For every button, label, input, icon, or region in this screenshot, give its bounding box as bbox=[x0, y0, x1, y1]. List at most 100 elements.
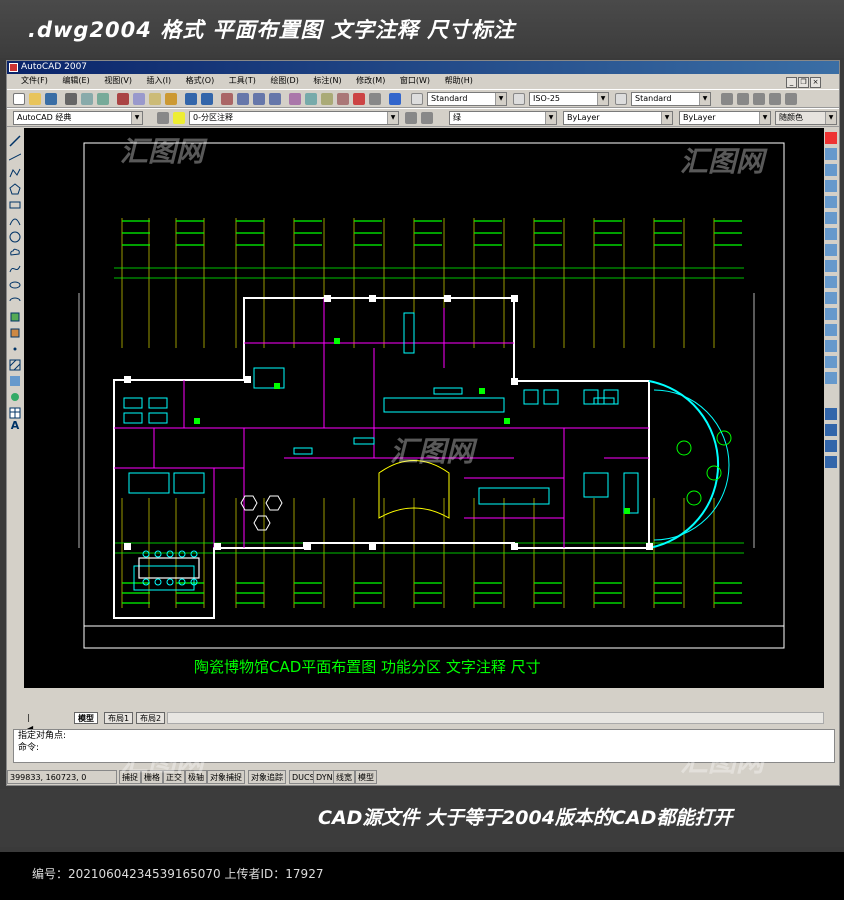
zoom-realtime-icon[interactable] bbox=[237, 93, 249, 105]
menu-modify[interactable]: 修改(M) bbox=[356, 76, 385, 85]
menu-tools[interactable]: 工具(T) bbox=[229, 76, 256, 85]
make-layer-current-icon[interactable] bbox=[405, 112, 417, 124]
tool-palettes-icon[interactable] bbox=[321, 93, 333, 105]
copy-icon[interactable] bbox=[133, 93, 145, 105]
spline-icon[interactable] bbox=[9, 260, 21, 273]
multiline-text-icon[interactable]: A bbox=[9, 420, 21, 432]
paste-icon[interactable] bbox=[149, 93, 161, 105]
save-icon[interactable] bbox=[45, 93, 57, 105]
menu-view[interactable]: 视图(V) bbox=[104, 76, 132, 85]
table-style-select[interactable]: Standard bbox=[631, 92, 711, 106]
menu-help[interactable]: 帮助(H) bbox=[445, 76, 473, 85]
ellipse-arc-icon[interactable] bbox=[9, 292, 21, 304]
lineweight-select[interactable]: ByLayer bbox=[679, 111, 771, 125]
zoom-previous-icon[interactable] bbox=[269, 93, 281, 105]
join-icon[interactable] bbox=[825, 324, 837, 336]
layer-select[interactable]: 0-分区注释 bbox=[189, 111, 399, 125]
copy-object-icon[interactable] bbox=[825, 148, 837, 160]
gradient-icon[interactable] bbox=[9, 372, 21, 386]
model-toggle[interactable]: 模型 bbox=[355, 770, 377, 784]
construction-line-icon[interactable] bbox=[8, 148, 22, 161]
plot-preview-icon[interactable] bbox=[81, 93, 93, 105]
extend-icon[interactable] bbox=[825, 292, 837, 304]
chamfer-icon[interactable] bbox=[825, 340, 837, 352]
menu-format[interactable]: 格式(O) bbox=[186, 76, 215, 85]
line-icon[interactable] bbox=[9, 132, 21, 147]
rectangle-icon[interactable] bbox=[9, 196, 21, 209]
offset-icon[interactable] bbox=[825, 180, 837, 192]
draworder-icon[interactable] bbox=[825, 408, 837, 420]
polygon-icon[interactable] bbox=[9, 180, 21, 195]
text-style-select[interactable]: Standard bbox=[427, 92, 507, 106]
menu-insert[interactable]: 插入(I) bbox=[147, 76, 172, 85]
menu-window[interactable]: 窗口(W) bbox=[400, 76, 430, 85]
tab-model[interactable]: 模型 bbox=[74, 712, 98, 724]
coordinate-readout[interactable]: 399833, 160723, 0 bbox=[7, 770, 117, 784]
osnap-toggle[interactable]: 对象捕捉 bbox=[207, 770, 245, 784]
publish-icon[interactable] bbox=[97, 93, 109, 105]
dim-radius-icon[interactable] bbox=[769, 93, 781, 105]
menu-dimension[interactable]: 标注(N) bbox=[313, 76, 341, 85]
menu-file[interactable]: 文件(F) bbox=[21, 76, 48, 85]
help-icon[interactable] bbox=[389, 93, 401, 105]
print-icon[interactable] bbox=[65, 93, 77, 105]
restore-button[interactable]: ❐ bbox=[798, 77, 809, 88]
tab-first-arrow-icon[interactable]: |◀ bbox=[24, 712, 34, 733]
pan-icon[interactable] bbox=[221, 93, 233, 105]
trim-icon[interactable] bbox=[825, 276, 837, 288]
color-select[interactable]: 绿 bbox=[449, 111, 557, 125]
cut-icon[interactable] bbox=[117, 93, 129, 105]
otrack-toggle[interactable]: 对象追踪 bbox=[248, 770, 286, 784]
calculator-icon[interactable] bbox=[369, 93, 381, 105]
drawing-canvas[interactable]: 陶瓷博物馆CAD平面布置图 功能分区 文字注释 尺寸 bbox=[24, 128, 824, 688]
dim-linear-icon[interactable] bbox=[721, 93, 733, 105]
properties-icon[interactable] bbox=[289, 93, 301, 105]
horizontal-scrollbar[interactable] bbox=[167, 712, 824, 724]
layer-manager-icon[interactable] bbox=[157, 112, 169, 124]
mirror-icon[interactable] bbox=[825, 164, 837, 176]
table-icon[interactable] bbox=[9, 404, 21, 419]
design-center-icon[interactable] bbox=[305, 93, 317, 105]
bring-above-icon[interactable] bbox=[825, 456, 837, 468]
hatch-icon[interactable] bbox=[9, 356, 21, 371]
revision-cloud-icon[interactable] bbox=[9, 244, 21, 256]
rotate-icon[interactable] bbox=[825, 228, 837, 240]
dim-arc-icon[interactable] bbox=[753, 93, 765, 105]
insert-block-icon[interactable] bbox=[9, 308, 21, 322]
arc-icon[interactable] bbox=[9, 212, 21, 226]
minimize-button[interactable]: _ bbox=[786, 77, 797, 88]
plotstyle-select[interactable]: 随颜色 bbox=[775, 111, 837, 125]
circle-icon[interactable] bbox=[9, 228, 21, 243]
point-icon[interactable] bbox=[9, 340, 21, 352]
sheet-set-icon[interactable] bbox=[337, 93, 349, 105]
zoom-window-icon[interactable] bbox=[253, 93, 265, 105]
dim-aligned-icon[interactable] bbox=[737, 93, 749, 105]
markup-icon[interactable] bbox=[353, 93, 365, 105]
make-block-icon[interactable] bbox=[9, 324, 21, 338]
ellipse-icon[interactable] bbox=[9, 276, 21, 289]
menu-edit[interactable]: 编辑(E) bbox=[62, 76, 89, 85]
move-icon[interactable] bbox=[825, 212, 837, 224]
dim-style-select[interactable]: ISO-25 bbox=[529, 92, 609, 106]
send-to-back-icon[interactable] bbox=[825, 440, 837, 452]
fillet-icon[interactable] bbox=[825, 356, 837, 368]
linetype-select[interactable]: ByLayer bbox=[563, 111, 673, 125]
undo-icon[interactable] bbox=[185, 93, 197, 105]
dim-angular-icon[interactable] bbox=[785, 93, 797, 105]
scale-icon[interactable] bbox=[825, 244, 837, 256]
polyline-icon[interactable] bbox=[9, 164, 21, 178]
region-icon[interactable] bbox=[9, 388, 21, 401]
tab-layout2[interactable]: 布局2 bbox=[136, 712, 166, 724]
menu-draw[interactable]: 绘图(D) bbox=[270, 76, 298, 85]
array-icon[interactable] bbox=[825, 196, 837, 208]
redo-icon[interactable] bbox=[201, 93, 213, 105]
explode-icon[interactable] bbox=[825, 372, 837, 384]
match-properties-icon[interactable] bbox=[165, 93, 177, 105]
new-file-icon[interactable] bbox=[13, 93, 25, 105]
layer-previous-icon[interactable] bbox=[421, 112, 433, 124]
open-folder-icon[interactable] bbox=[29, 93, 41, 105]
stretch-icon[interactable] bbox=[825, 260, 837, 272]
workspace-select[interactable]: AutoCAD 经典 bbox=[13, 111, 143, 125]
tab-layout1[interactable]: 布局1 bbox=[104, 712, 134, 724]
close-button[interactable]: × bbox=[810, 77, 821, 88]
